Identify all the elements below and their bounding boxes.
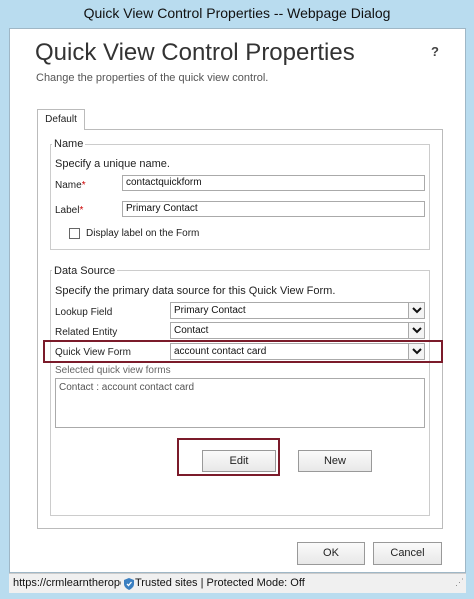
lookup-field-value: Primary Contact	[174, 305, 246, 316]
dialog-window: Quick View Control Properties -- Webpage…	[0, 0, 474, 599]
related-entity-label: Related Entity	[55, 327, 118, 338]
selected-forms-label: Selected quick view forms	[55, 365, 171, 376]
display-label-checkbox[interactable]	[69, 228, 80, 239]
lookup-field-label: Lookup Field	[55, 307, 113, 318]
status-zone: Trusted sites | Protected Mode: Off	[135, 577, 305, 589]
data-source-title: Data Source	[52, 265, 118, 277]
help-icon[interactable]: ?	[431, 44, 439, 59]
edit-button-highlight	[177, 438, 280, 476]
title-bar: Quick View Control Properties -- Webpage…	[0, 0, 474, 28]
name-instruction: Specify a unique name.	[55, 158, 170, 170]
shield-icon	[124, 578, 134, 590]
window-title: Quick View Control Properties -- Webpage…	[83, 5, 391, 21]
status-url: https://crmlearntherope	[13, 577, 121, 589]
page-subtitle: Change the properties of the quick view …	[36, 72, 269, 84]
cancel-button[interactable]: Cancel	[373, 542, 442, 565]
required-marker: *	[79, 205, 84, 216]
name-label: Name*	[55, 180, 86, 191]
selected-forms-list[interactable]: Contact : account contact card	[55, 378, 425, 428]
data-source-instruction: Specify the primary data source for this…	[55, 285, 336, 297]
ok-button[interactable]: OK	[297, 542, 365, 565]
status-bar: https://crmlearntherope Trusted sites | …	[9, 573, 466, 593]
display-label-text: Display label on the Form	[86, 228, 200, 239]
page-title: Quick View Control Properties	[35, 39, 355, 66]
list-item[interactable]: Contact : account contact card	[59, 382, 421, 393]
related-entity-value: Contact	[174, 325, 209, 336]
dialog-content: Quick View Control Properties ? Change t…	[9, 28, 466, 573]
quick-view-form-highlight	[43, 340, 443, 363]
chevron-down-icon[interactable]	[408, 303, 424, 318]
name-group-title: Name	[52, 138, 86, 150]
lookup-field-select[interactable]: Primary Contact	[170, 302, 425, 319]
new-button[interactable]: New	[298, 450, 372, 472]
name-field[interactable]: contactquickform	[122, 175, 425, 191]
chevron-down-icon[interactable]	[408, 323, 424, 338]
label-field[interactable]: Primary Contact	[122, 201, 425, 217]
label-label: Label*	[55, 205, 84, 216]
resize-grip-icon[interactable]: ⋰	[455, 573, 464, 592]
tab-default[interactable]: Default	[37, 109, 85, 130]
required-marker: *	[81, 180, 86, 191]
related-entity-select[interactable]: Contact	[170, 322, 425, 339]
